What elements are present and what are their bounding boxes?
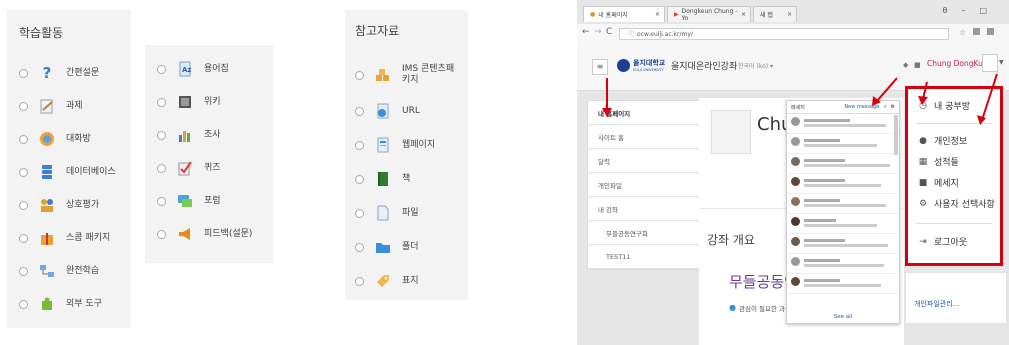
- item-label: 포럼: [204, 195, 221, 206]
- radio-button[interactable]: [355, 70, 364, 80]
- label-icon: [374, 272, 392, 290]
- scorm-icon: [38, 229, 56, 247]
- item-label: 데이터베이스: [66, 166, 116, 177]
- lesson-icon: [38, 262, 56, 280]
- file-icon: [374, 204, 392, 222]
- activities-panel-2: Az 용어집 위키 조사 퀴즈 포럼 피드백(설문): [145, 45, 273, 263]
- radio-button[interactable]: [355, 276, 364, 286]
- activity-item-peer-review[interactable]: 상호평가: [7, 194, 131, 216]
- peer-review-icon: [38, 196, 56, 214]
- browser-screenshot: ● 내 홈페이지 × ▶ Dongkeun Chung - Yo × 새 탭 × θ–□ …: [577, 0, 1009, 345]
- radio-button[interactable]: [157, 196, 166, 206]
- resource-item-ims[interactable]: IMS 콘텐츠패키지: [345, 60, 468, 90]
- activity-item-external-tool[interactable]: 외부 도구: [7, 293, 131, 315]
- item-label: 웹페이지: [402, 139, 436, 150]
- resource-item-label[interactable]: 표지: [345, 270, 468, 292]
- activity-item-forum[interactable]: 포럼: [145, 190, 273, 212]
- item-label: 파일: [402, 207, 419, 218]
- item-label: 폴더: [402, 241, 419, 252]
- item-label: 외부 도구: [66, 298, 102, 309]
- survey-icon: [176, 126, 194, 144]
- package-icon: [374, 66, 392, 84]
- activity-item-survey[interactable]: ? 간편설문: [7, 62, 131, 84]
- resource-item-book[interactable]: 책: [345, 168, 468, 190]
- activity-item-wiki[interactable]: 위키: [145, 91, 273, 113]
- item-label: 스콤 패키지: [66, 232, 111, 243]
- radio-button[interactable]: [355, 174, 364, 184]
- activity-item-feedback[interactable]: 피드백(설문): [145, 223, 273, 245]
- forum-icon: [176, 192, 194, 210]
- assignment-icon: [38, 97, 56, 115]
- resource-item-page[interactable]: 웹페이지: [345, 134, 468, 156]
- activity-item-assignment[interactable]: 과제: [7, 95, 131, 117]
- chat-icon: [38, 130, 56, 148]
- panel-title: 학습활동: [19, 26, 64, 40]
- item-label: 표지: [402, 275, 419, 286]
- radio-button[interactable]: [19, 167, 28, 177]
- database-icon: [38, 163, 56, 181]
- item-label: 퀴즈: [204, 162, 221, 173]
- item-label: 상호평가: [66, 199, 100, 210]
- radio-button[interactable]: [355, 106, 364, 116]
- item-label: 과제: [66, 100, 83, 111]
- activity-item-survey-2[interactable]: 조사: [145, 124, 273, 146]
- folder-icon: [374, 238, 392, 256]
- svg-text:Az: Az: [182, 66, 192, 74]
- radio-button[interactable]: [355, 242, 364, 252]
- radio-button[interactable]: [19, 233, 28, 243]
- item-label: 책: [402, 173, 411, 184]
- activity-item-scorm[interactable]: 스콤 패키지: [7, 227, 131, 249]
- radio-button[interactable]: [157, 97, 166, 107]
- radio-button[interactable]: [19, 134, 28, 144]
- item-label: 용어집: [204, 63, 229, 74]
- radio-button[interactable]: [19, 101, 28, 111]
- activity-item-glossary[interactable]: Az 용어집: [145, 58, 273, 80]
- question-icon: ?: [42, 64, 52, 82]
- book-icon: [374, 170, 392, 188]
- radio-button[interactable]: [19, 266, 28, 276]
- radio-button[interactable]: [157, 163, 166, 173]
- activity-item-quiz[interactable]: 퀴즈: [145, 157, 273, 179]
- item-label: 완전학습: [66, 265, 100, 276]
- resources-panel: 참고자료 IMS 콘텐츠패키지 URL 웹페이지 책 파일 폴더 표지: [345, 10, 468, 300]
- resource-item-url[interactable]: URL: [345, 100, 468, 122]
- activity-item-database[interactable]: 데이터베이스: [7, 161, 131, 183]
- resource-item-file[interactable]: 파일: [345, 202, 468, 224]
- glossary-icon: Az: [176, 60, 194, 78]
- radio-button[interactable]: [157, 130, 166, 140]
- quiz-icon: [176, 159, 194, 177]
- radio-button[interactable]: [355, 140, 364, 150]
- radio-button[interactable]: [157, 229, 166, 239]
- activity-item-lesson[interactable]: 완전학습: [7, 260, 131, 282]
- item-label: 간편설문: [66, 67, 100, 78]
- megaphone-icon: [176, 225, 194, 243]
- item-label: 대화방: [66, 133, 91, 144]
- item-label: URL: [402, 105, 420, 116]
- puzzle-icon: [38, 295, 56, 313]
- annotation-arrows: [602, 73, 998, 125]
- panel-title: 참고자료: [355, 24, 400, 38]
- activity-item-chat[interactable]: 대화방: [7, 128, 131, 150]
- item-label: 위키: [204, 96, 221, 107]
- item-label: 조사: [204, 129, 221, 140]
- activities-panel: 학습활동 ? 간편설문 과제 대화방 데이터베이스 상호평가 스콤 패키지 완전…: [7, 10, 131, 328]
- item-label: 피드백(설문): [204, 228, 253, 239]
- radio-button[interactable]: [19, 200, 28, 210]
- url-icon: [374, 102, 392, 120]
- radio-button[interactable]: [19, 299, 28, 309]
- resource-item-folder[interactable]: 폴더: [345, 236, 468, 258]
- item-label: IMS 콘텐츠패키지: [402, 64, 455, 85]
- radio-button[interactable]: [157, 64, 166, 74]
- radio-button[interactable]: [355, 208, 364, 218]
- radio-button[interactable]: [19, 68, 28, 78]
- page-icon: [374, 136, 392, 154]
- wiki-icon: [176, 93, 194, 111]
